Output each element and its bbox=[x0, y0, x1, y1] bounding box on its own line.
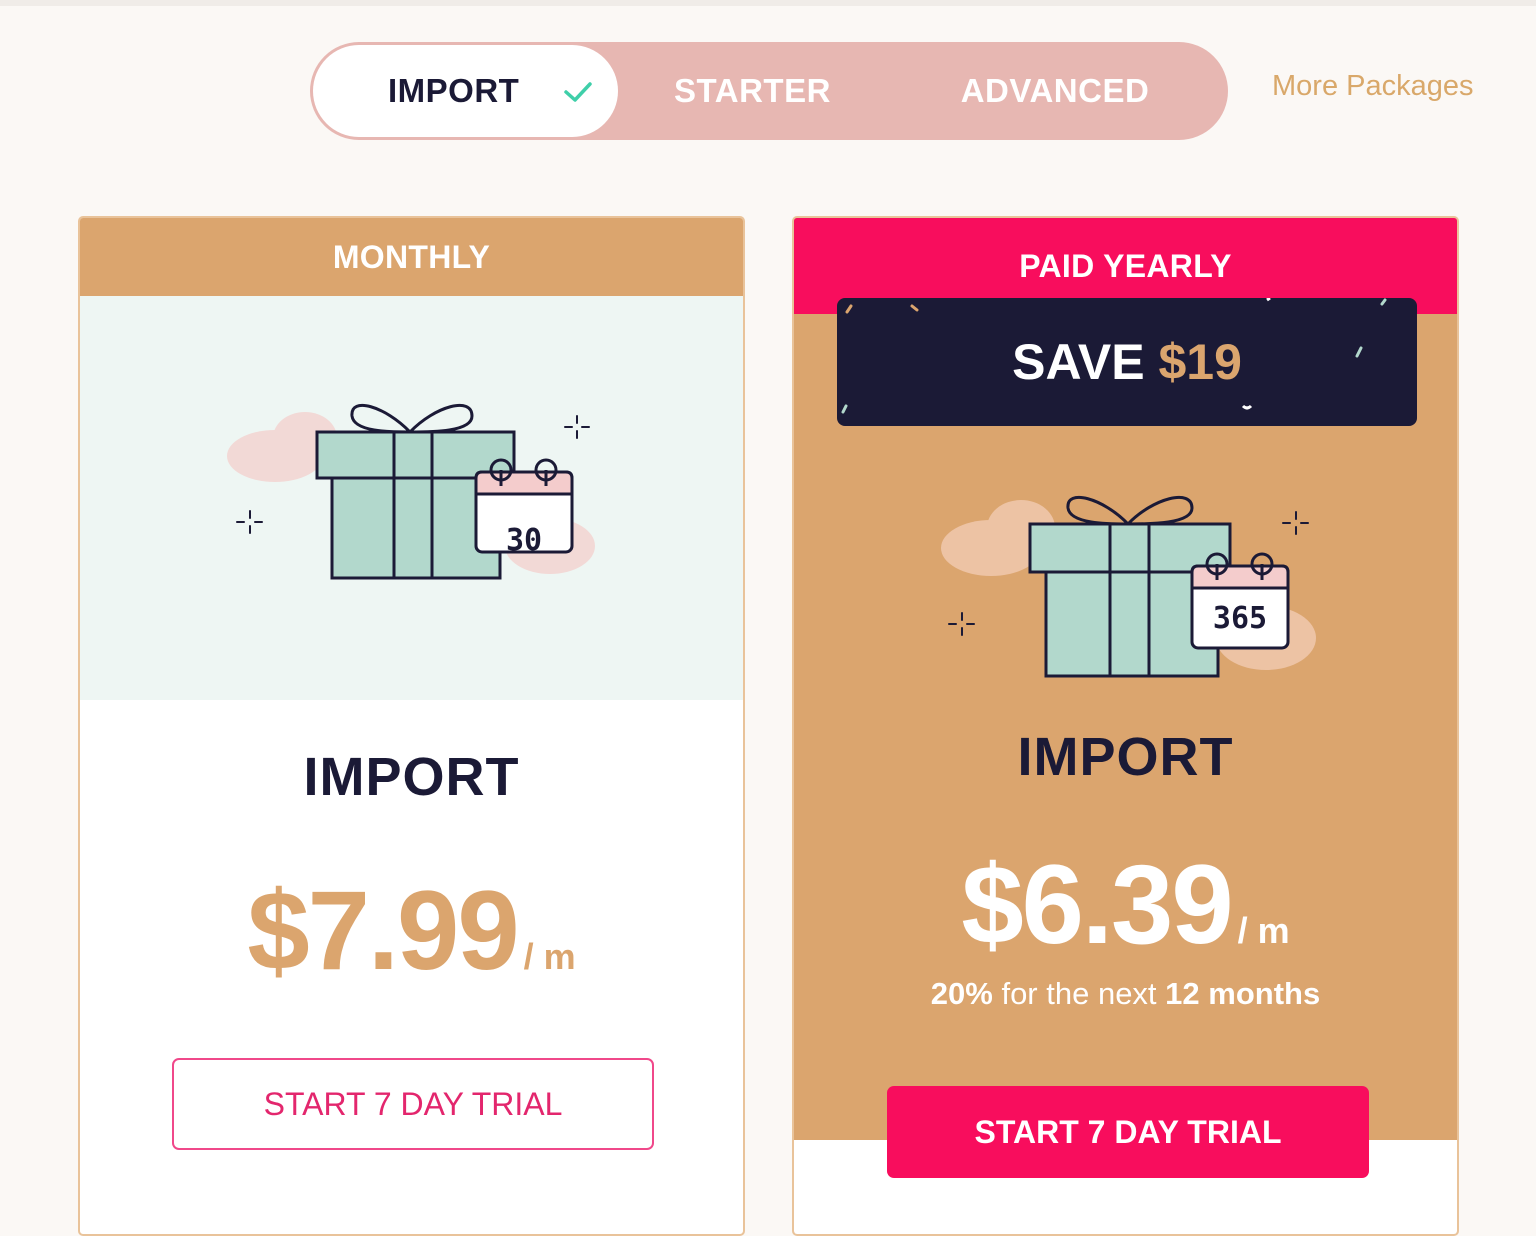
price-amount: $6.39 bbox=[961, 842, 1233, 967]
calendar-number: 365 bbox=[1212, 601, 1268, 636]
savings-banner: SAVE $19 bbox=[837, 298, 1417, 426]
discount-middle: for the next bbox=[992, 976, 1166, 1011]
tab-import[interactable]: IMPORT bbox=[313, 45, 618, 137]
plan-price: $7.99/ m bbox=[80, 866, 743, 995]
plan-period-band: MONTHLY bbox=[80, 218, 743, 296]
save-text: SAVE $19 bbox=[837, 298, 1417, 426]
price-period: / m bbox=[523, 936, 576, 977]
top-border bbox=[0, 0, 1536, 6]
start-trial-button[interactable]: START 7 DAY TRIAL bbox=[887, 1086, 1369, 1178]
check-icon bbox=[564, 82, 592, 102]
gift-icon bbox=[941, 496, 1316, 678]
save-label: SAVE bbox=[1012, 334, 1145, 390]
discount-note: 20% for the next 12 months bbox=[794, 976, 1457, 1012]
yearly-plan-card: PAID YEARLY SAVE $19 365 IMPORT $6.39 / … bbox=[792, 216, 1459, 1236]
discount-period: 12 months bbox=[1165, 976, 1321, 1011]
tab-starter[interactable]: STARTER bbox=[640, 42, 865, 140]
discount-percent: 20% bbox=[930, 976, 993, 1011]
illustration-panel: 30 bbox=[80, 296, 743, 700]
plan-price: $6.39/ m bbox=[794, 840, 1457, 969]
save-amount: $19 bbox=[1158, 334, 1242, 390]
package-tab-switch: IMPORT STARTER ADVANCED bbox=[310, 42, 1228, 140]
price-period: / m bbox=[1237, 910, 1290, 951]
more-packages-link[interactable]: More Packages bbox=[1272, 70, 1474, 103]
tab-import-label: IMPORT bbox=[388, 72, 520, 109]
calendar-number: 30 bbox=[505, 523, 543, 558]
plan-name: IMPORT bbox=[303, 747, 520, 807]
plan-name: IMPORT bbox=[1017, 727, 1234, 787]
tab-advanced[interactable]: ADVANCED bbox=[935, 42, 1175, 140]
monthly-plan-card: MONTHLY 30 IMPORT $7.99 / m START 7 DAY … bbox=[78, 216, 745, 1236]
price-amount: $7.99 bbox=[247, 868, 519, 993]
start-trial-button[interactable]: START 7 DAY TRIAL bbox=[172, 1058, 654, 1150]
